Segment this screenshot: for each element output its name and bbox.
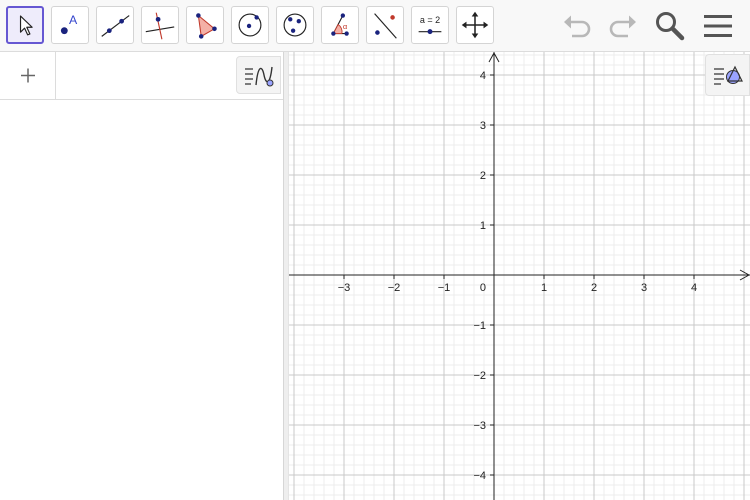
x-tick-label: 3 bbox=[641, 282, 647, 294]
y-tick-label: −4 bbox=[473, 470, 486, 482]
point-icon: A bbox=[60, 13, 78, 35]
undo-button[interactable] bbox=[559, 8, 595, 44]
algebra-style-icon bbox=[245, 66, 274, 87]
graphics-style-icon bbox=[714, 65, 743, 85]
y-tick-label: 4 bbox=[480, 70, 486, 82]
y-tick-label: −2 bbox=[473, 370, 486, 382]
y-tick-label: 3 bbox=[480, 120, 486, 132]
x-tick-label: 1 bbox=[541, 282, 547, 294]
line-through-points-icon bbox=[101, 15, 130, 37]
search-icon bbox=[656, 12, 685, 41]
move-graphics-view-icon bbox=[461, 11, 489, 39]
x-tick-label: −2 bbox=[388, 282, 401, 294]
origin-label: 0 bbox=[480, 282, 486, 294]
circle-tool-button[interactable] bbox=[231, 6, 269, 44]
y-tick-label: 1 bbox=[480, 220, 486, 232]
circle-three-points-tool-button[interactable] bbox=[276, 6, 314, 44]
y-tick-label: −1 bbox=[473, 320, 486, 332]
circle-three-points-icon bbox=[283, 13, 307, 37]
move-arrow-icon bbox=[19, 15, 33, 36]
coordinate-grid: −3 −2 −1 1 2 3 4 4 3 2 1 −1 −2 −3 −4 0 bbox=[289, 52, 750, 500]
search-button[interactable] bbox=[652, 8, 688, 44]
angle-icon: α bbox=[331, 13, 349, 36]
x-tick-label: −1 bbox=[438, 282, 451, 294]
redo-button[interactable] bbox=[605, 8, 641, 44]
y-tick-label: −3 bbox=[473, 420, 486, 432]
undo-icon bbox=[564, 15, 591, 38]
slider-icon: a = 2 bbox=[418, 15, 442, 35]
circle-center-point-icon bbox=[238, 13, 262, 37]
perpendicular-tool-button[interactable] bbox=[141, 6, 179, 44]
redo-icon bbox=[609, 15, 636, 38]
plus-icon bbox=[21, 68, 35, 83]
polygon-tool-button[interactable] bbox=[186, 6, 224, 44]
angle-tool-button[interactable]: α bbox=[321, 6, 359, 44]
line-tool-button[interactable] bbox=[96, 6, 134, 44]
menu-icon bbox=[704, 15, 732, 37]
perpendicular-line-icon bbox=[145, 12, 175, 40]
reflect-about-line-icon bbox=[374, 13, 397, 39]
x-tick-label: −3 bbox=[338, 282, 351, 294]
main-menu-button[interactable] bbox=[700, 8, 736, 44]
toolbar: A α a = 2 bbox=[0, 0, 750, 52]
point-label: A bbox=[69, 13, 78, 27]
polygon-icon bbox=[196, 13, 217, 39]
x-tick-label: 4 bbox=[691, 282, 697, 294]
move-tool-button[interactable] bbox=[6, 6, 44, 44]
point-tool-button[interactable]: A bbox=[51, 6, 89, 44]
graphics-view[interactable]: −3 −2 −1 1 2 3 4 4 3 2 1 −1 −2 −3 −4 0 bbox=[289, 52, 750, 500]
y-tick-label: 2 bbox=[480, 170, 486, 182]
move-graphics-tool-button[interactable] bbox=[456, 6, 494, 44]
add-item-button[interactable] bbox=[0, 52, 56, 99]
slider-label: a = 2 bbox=[420, 15, 440, 25]
slider-tool-button[interactable]: a = 2 bbox=[411, 6, 449, 44]
algebra-view bbox=[0, 52, 283, 500]
graphics-style-bar-button[interactable] bbox=[705, 54, 750, 96]
angle-label: α bbox=[343, 22, 348, 31]
algebra-style-bar-button[interactable] bbox=[236, 56, 281, 94]
x-tick-label: 2 bbox=[591, 282, 597, 294]
reflect-tool-button[interactable] bbox=[366, 6, 404, 44]
